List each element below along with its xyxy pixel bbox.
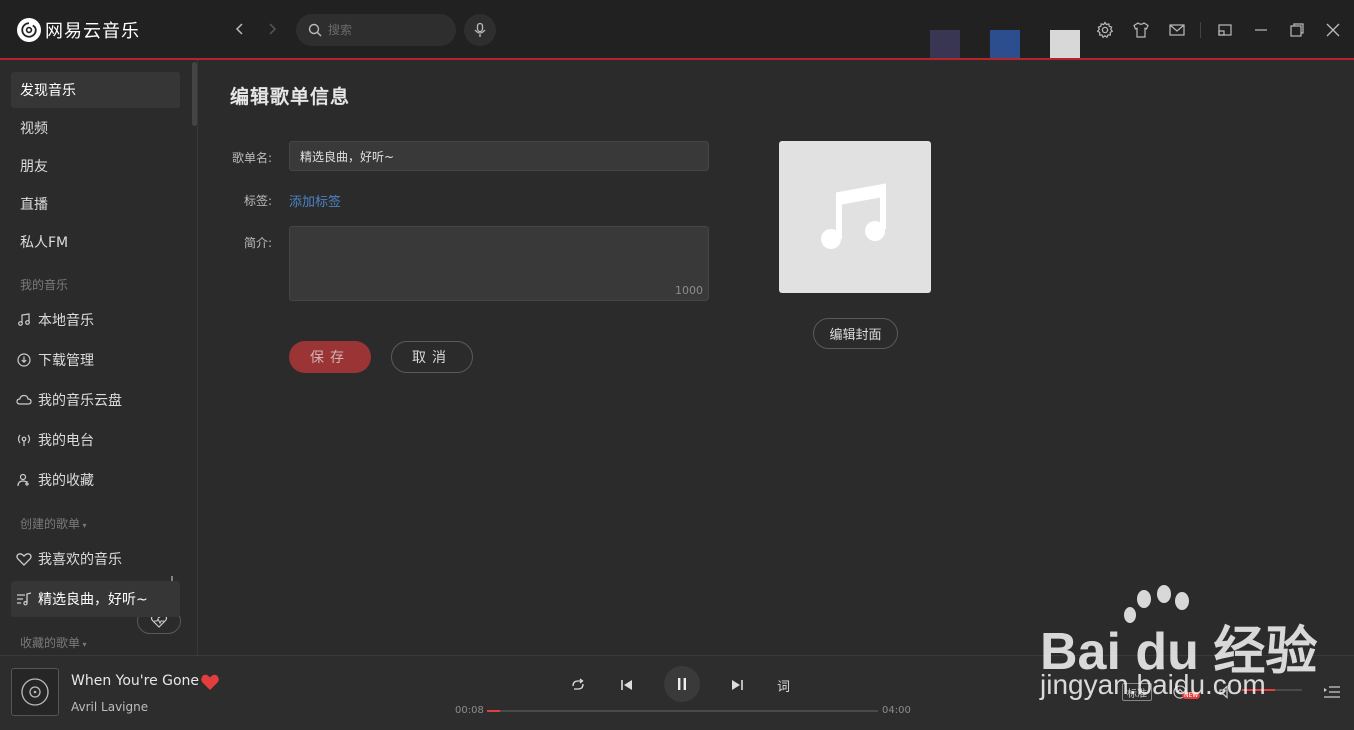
- skip-previous-icon: [621, 680, 632, 690]
- sidebar-item-discover[interactable]: 发现音乐: [11, 72, 180, 108]
- minimize-icon: [1255, 29, 1267, 31]
- shirt-icon: [1133, 22, 1149, 38]
- save-button[interactable]: 保存: [289, 341, 371, 373]
- total-time: 04:00: [882, 705, 911, 716]
- caret-down-icon: ▾: [80, 521, 87, 530]
- close-icon: [1326, 23, 1340, 37]
- sidebar-item-playlist-selected[interactable]: 精选良曲，好听~: [11, 581, 180, 617]
- section-my-music: 我的音乐: [20, 278, 69, 292]
- sidebar-item-favorites[interactable]: 我的收藏: [11, 462, 180, 498]
- voice-search-button[interactable]: [464, 14, 496, 46]
- artist-name[interactable]: Avril Lavigne: [71, 700, 148, 714]
- music-note-icon: [16, 312, 32, 328]
- add-tag-link[interactable]: 添加标签: [289, 191, 341, 210]
- skin-button[interactable]: [1130, 19, 1152, 41]
- description-label: 简介:: [243, 236, 272, 250]
- playlist-icon: [16, 591, 32, 607]
- accent-divider: [0, 58, 1354, 60]
- sidebar-scrollbar[interactable]: [192, 62, 197, 126]
- skin-swatch-purple: [930, 30, 960, 58]
- microphone-icon: [474, 22, 486, 37]
- pause-icon: [678, 678, 686, 690]
- netease-logo-icon: [17, 18, 41, 42]
- mini-mode-button[interactable]: [1214, 19, 1236, 41]
- radio-icon: [16, 432, 32, 448]
- progress-bar[interactable]: [487, 710, 878, 712]
- search-icon: [308, 23, 322, 37]
- back-button[interactable]: [229, 18, 251, 40]
- heart-icon: [16, 551, 32, 567]
- app-logo[interactable]: 网易云音乐: [17, 17, 140, 43]
- song-title[interactable]: When You're Gone: [71, 673, 199, 689]
- playlist-queue-button[interactable]: [1322, 682, 1342, 702]
- queue-list-icon: [1324, 686, 1340, 698]
- description-char-count: 1000: [675, 284, 703, 297]
- titlebar-divider: [1200, 22, 1201, 38]
- section-created-playlists[interactable]: 创建的歌单 ▾: [20, 515, 87, 532]
- repeat-mode-button[interactable]: [568, 675, 588, 695]
- sidebar-item-cloud[interactable]: 我的音乐云盘: [11, 382, 180, 418]
- minimize-button[interactable]: [1250, 19, 1272, 41]
- sidebar-item-liked-music[interactable]: 我喜欢的音乐: [11, 541, 131, 577]
- skip-next-icon: [732, 680, 743, 690]
- cancel-button[interactable]: 取消: [391, 341, 473, 373]
- album-art[interactable]: [11, 668, 59, 716]
- mini-player-icon: [1218, 24, 1232, 36]
- search-input[interactable]: [328, 23, 448, 37]
- next-button[interactable]: [727, 675, 747, 695]
- current-time: 00:08: [455, 705, 484, 716]
- like-button[interactable]: [200, 673, 220, 691]
- heart-filled-icon: [201, 674, 219, 690]
- previous-button[interactable]: [617, 675, 637, 695]
- skin-swatch-white: [1050, 30, 1080, 58]
- restore-icon: [1290, 23, 1304, 37]
- close-button[interactable]: [1322, 19, 1344, 41]
- sidebar-item-friends[interactable]: 朋友: [11, 148, 180, 184]
- sidebar: 发现音乐 视频 朋友 直播 私人FM 我的音乐 本地音乐 下载管理 我的音乐云盘…: [0, 60, 198, 655]
- skin-swatch-blue: [990, 30, 1020, 58]
- lyrics-button[interactable]: 词: [777, 676, 790, 695]
- description-textarea[interactable]: [290, 227, 708, 300]
- cloud-icon: [16, 392, 32, 408]
- page-title: 编辑歌单信息: [230, 86, 351, 108]
- description-field[interactable]: 1000: [289, 226, 709, 301]
- playlist-cover: [779, 141, 931, 293]
- chevron-left-icon: [235, 23, 243, 35]
- gear-icon: [1096, 21, 1114, 39]
- playlist-name-label: 歌单名:: [231, 151, 272, 165]
- pause-button[interactable]: [664, 666, 700, 702]
- sidebar-item-downloads[interactable]: 下载管理: [11, 342, 180, 378]
- chevron-right-icon: [269, 23, 277, 35]
- sidebar-item-local-music[interactable]: 本地音乐: [11, 302, 180, 338]
- app-name: 网易云音乐: [45, 21, 140, 42]
- section-collected-playlists[interactable]: 收藏的歌单 ▾: [20, 634, 87, 651]
- forward-button[interactable]: [261, 18, 283, 40]
- settings-button[interactable]: [1094, 19, 1116, 41]
- download-icon: [16, 352, 32, 368]
- sidebar-item-live[interactable]: 直播: [11, 186, 180, 222]
- mail-icon: [1169, 24, 1185, 36]
- playlist-name-input[interactable]: [289, 141, 709, 171]
- progress-fill: [487, 710, 500, 712]
- tags-label: 标签:: [243, 194, 272, 208]
- title-bar: 网易云音乐: [0, 0, 1354, 58]
- favorites-icon: [16, 472, 32, 488]
- sidebar-item-personal-fm[interactable]: 私人FM: [11, 224, 180, 260]
- sidebar-item-radio[interactable]: 我的电台: [11, 422, 180, 458]
- watermark-url: jingyan.baidu.com: [1040, 669, 1266, 700]
- edit-cover-button[interactable]: 编辑封面: [813, 318, 898, 349]
- sidebar-item-video[interactable]: 视频: [11, 110, 180, 146]
- repeat-icon: [572, 678, 584, 690]
- vinyl-icon: [21, 678, 49, 706]
- maximize-button[interactable]: [1286, 19, 1308, 41]
- search-box[interactable]: [296, 14, 456, 46]
- messages-button[interactable]: [1166, 19, 1188, 41]
- music-note-cover-icon: [821, 183, 886, 249]
- caret-down-icon: ▾: [80, 640, 87, 649]
